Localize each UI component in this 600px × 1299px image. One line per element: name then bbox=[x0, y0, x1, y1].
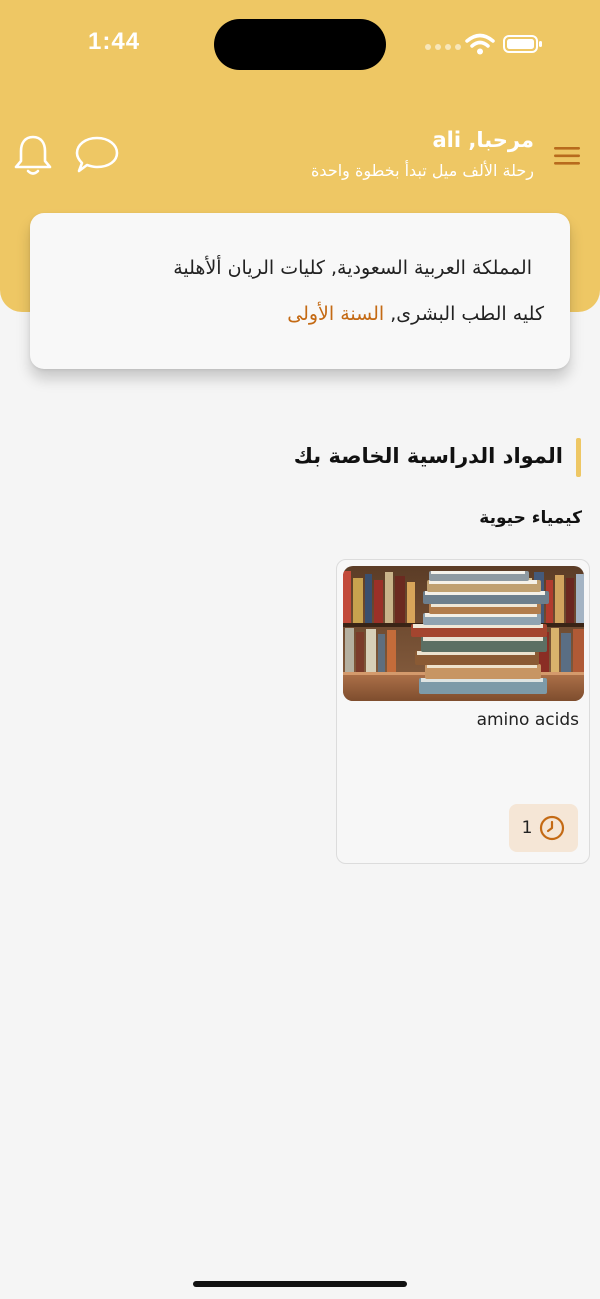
dynamic-island bbox=[214, 19, 386, 70]
course-duration-badge: 1 bbox=[509, 804, 578, 852]
status-time: 1:44 bbox=[88, 28, 141, 55]
clock-icon bbox=[540, 815, 565, 841]
section-accent-bar bbox=[576, 438, 581, 477]
chat-icon[interactable] bbox=[74, 134, 120, 176]
profile-info-card: المملكة العربية السعودية, كليات الريان أ… bbox=[30, 213, 570, 369]
course-title: amino acids bbox=[476, 710, 579, 730]
header-subtitle: رحلة الألف ميل تبدأ بخطوة واحدة bbox=[311, 161, 534, 180]
battery-icon bbox=[503, 35, 542, 53]
course-thumbnail-books-image bbox=[343, 566, 584, 701]
menu-icon[interactable] bbox=[554, 144, 580, 168]
home-indicator[interactable] bbox=[193, 1281, 407, 1287]
cellular-signal-icon bbox=[425, 44, 461, 50]
greeting: مرحبا, ali bbox=[432, 128, 534, 152]
section-title: المواد الدراسية الخاصة بك bbox=[293, 444, 563, 468]
college-year-line: كليه الطب البشرى, السنة الأولى bbox=[287, 303, 544, 325]
course-count: 1 bbox=[521, 818, 533, 838]
course-card[interactable]: amino acids 1 bbox=[336, 559, 590, 864]
subject-heading: كيمياء حيوية bbox=[479, 508, 582, 528]
wifi-icon bbox=[465, 33, 495, 55]
college-name: كليه الطب البشرى, bbox=[390, 303, 544, 325]
study-year: السنة الأولى bbox=[287, 303, 385, 325]
university-line: المملكة العربية السعودية, كليات الريان أ… bbox=[173, 257, 532, 279]
bell-icon[interactable] bbox=[13, 134, 53, 178]
